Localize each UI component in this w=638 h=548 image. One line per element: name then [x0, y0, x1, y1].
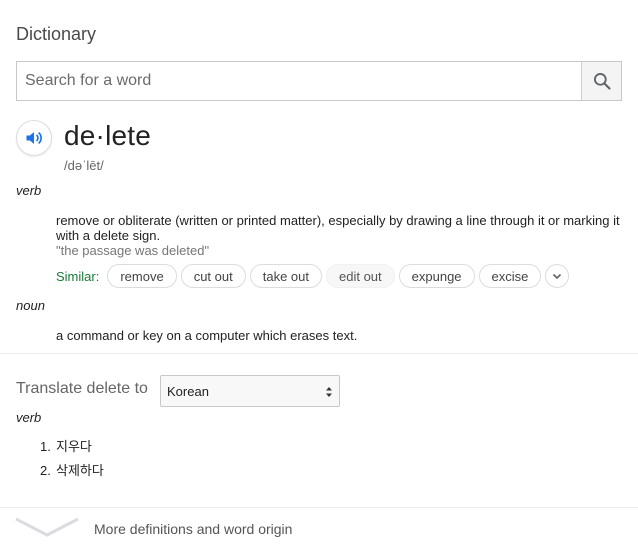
search-input[interactable] [17, 62, 582, 100]
card-title: Dictionary [16, 24, 97, 44]
translation-item: 1. 지우다 [40, 436, 92, 455]
similar-chip[interactable]: take out [249, 264, 322, 288]
translation-text: 삭제하다 [56, 463, 104, 478]
translation-number: 2. [40, 463, 51, 478]
translation-number: 1. [40, 439, 51, 454]
phonetic-spelling: /dəˈlēt/ [64, 158, 104, 173]
section-divider [0, 353, 638, 354]
translation-item: 2. 삭제하다 [40, 460, 104, 479]
part-of-speech-verb: verb [16, 183, 42, 198]
similar-words-row: Similar: remove cut out take out edit ou… [56, 264, 570, 288]
headword: de·lete [64, 120, 152, 151]
definition-verb: remove or obliterate (written or printed… [56, 213, 620, 243]
similar-chip: edit out [326, 264, 395, 288]
translation-text: 지우다 [56, 439, 92, 454]
chevron-down-icon[interactable] [14, 516, 80, 538]
dictionary-card: Dictionary de·lete /dəˈlēt/ verb remove … [0, 0, 638, 548]
similar-label: Similar: [56, 268, 100, 284]
translation-part-of-speech: verb [16, 410, 42, 425]
more-definitions-link[interactable]: More definitions and word origin [94, 521, 292, 537]
similar-chip[interactable]: excise [478, 264, 542, 288]
example-sentence: "the passage was deleted" [56, 243, 210, 258]
similar-chip[interactable]: expunge [398, 264, 475, 288]
more-definitions-row[interactable]: More definitions and word origin [0, 508, 638, 548]
language-select-value: Korean [167, 383, 209, 399]
speaker-icon [26, 131, 42, 145]
pronunciation-button[interactable] [16, 120, 52, 156]
search-icon [593, 73, 611, 90]
similar-chip[interactable]: remove [107, 264, 177, 288]
select-arrows-icon [326, 387, 332, 397]
language-select[interactable]: Korean [160, 375, 340, 407]
similar-chip[interactable]: cut out [180, 264, 246, 288]
part-of-speech-noun: noun [16, 298, 45, 313]
search-button[interactable] [581, 62, 621, 100]
chevron-down-icon [553, 273, 562, 280]
definition-noun: a command or key on a computer which era… [56, 328, 358, 343]
search-bar [16, 61, 622, 101]
translate-label: Translate delete to [16, 380, 148, 397]
expand-similar-button[interactable] [545, 264, 570, 288]
